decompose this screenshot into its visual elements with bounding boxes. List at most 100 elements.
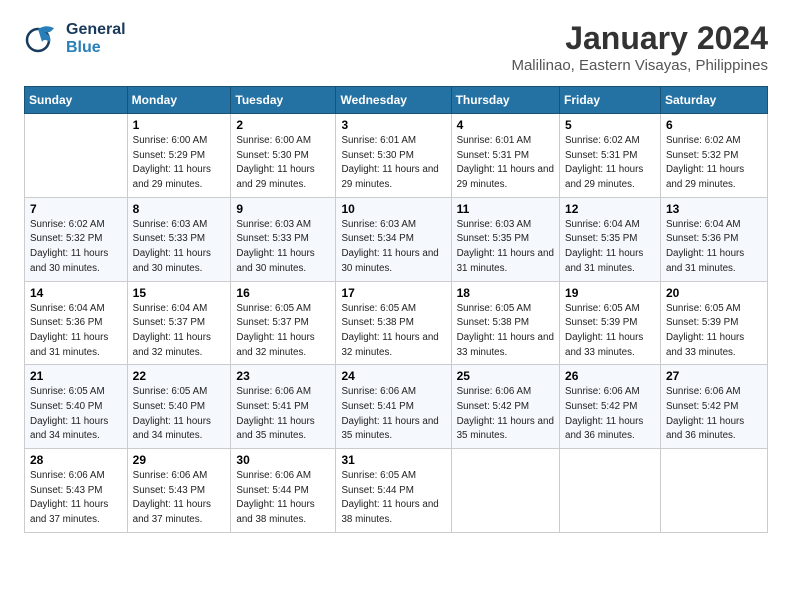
day-number: 10 — [341, 202, 445, 216]
day-number: 23 — [236, 369, 330, 383]
table-row: 13 Sunrise: 6:04 AMSunset: 5:36 PMDaylig… — [660, 197, 767, 281]
day-number: 27 — [666, 369, 762, 383]
day-number: 8 — [133, 202, 226, 216]
day-info: Sunrise: 6:06 AMSunset: 5:41 PMDaylight:… — [236, 385, 330, 444]
col-thursday: Thursday — [451, 87, 559, 114]
day-number: 22 — [133, 369, 226, 383]
table-row: 9 Sunrise: 6:03 AMSunset: 5:33 PMDayligh… — [231, 197, 336, 281]
day-info: Sunrise: 6:02 AMSunset: 5:32 PMDaylight:… — [30, 218, 122, 277]
day-number: 19 — [565, 286, 655, 300]
calendar-week-row: 7 Sunrise: 6:02 AMSunset: 5:32 PMDayligh… — [25, 197, 768, 281]
calendar-week-row: 14 Sunrise: 6:04 AMSunset: 5:36 PMDaylig… — [25, 281, 768, 365]
page-title: January 2024 — [511, 20, 768, 57]
day-info: Sunrise: 6:05 AMSunset: 5:38 PMDaylight:… — [341, 302, 445, 361]
calendar-table: Sunday Monday Tuesday Wednesday Thursday… — [24, 86, 768, 533]
day-number: 16 — [236, 286, 330, 300]
day-number: 20 — [666, 286, 762, 300]
day-info: Sunrise: 6:01 AMSunset: 5:30 PMDaylight:… — [341, 134, 445, 193]
day-info: Sunrise: 6:03 AMSunset: 5:35 PMDaylight:… — [457, 218, 554, 277]
table-row — [451, 449, 559, 533]
calendar-week-row: 21 Sunrise: 6:05 AMSunset: 5:40 PMDaylig… — [25, 365, 768, 449]
day-number: 6 — [666, 118, 762, 132]
day-info: Sunrise: 6:01 AMSunset: 5:31 PMDaylight:… — [457, 134, 554, 193]
day-number: 30 — [236, 453, 330, 467]
day-info: Sunrise: 6:05 AMSunset: 5:38 PMDaylight:… — [457, 302, 554, 361]
day-number: 21 — [30, 369, 122, 383]
logo-blue-text: Blue — [66, 39, 126, 57]
day-info: Sunrise: 6:03 AMSunset: 5:34 PMDaylight:… — [341, 218, 445, 277]
table-row: 15 Sunrise: 6:04 AMSunset: 5:37 PMDaylig… — [127, 281, 231, 365]
day-info: Sunrise: 6:05 AMSunset: 5:40 PMDaylight:… — [133, 385, 226, 444]
day-number: 12 — [565, 202, 655, 216]
day-info: Sunrise: 6:04 AMSunset: 5:35 PMDaylight:… — [565, 218, 655, 277]
col-tuesday: Tuesday — [231, 87, 336, 114]
day-info: Sunrise: 6:05 AMSunset: 5:44 PMDaylight:… — [341, 469, 445, 528]
table-row — [25, 114, 128, 198]
table-row: 23 Sunrise: 6:06 AMSunset: 5:41 PMDaylig… — [231, 365, 336, 449]
day-info: Sunrise: 6:06 AMSunset: 5:42 PMDaylight:… — [565, 385, 655, 444]
table-row: 31 Sunrise: 6:05 AMSunset: 5:44 PMDaylig… — [336, 449, 451, 533]
day-number: 13 — [666, 202, 762, 216]
table-row: 20 Sunrise: 6:05 AMSunset: 5:39 PMDaylig… — [660, 281, 767, 365]
logo-general-text: General — [66, 21, 126, 39]
table-row: 26 Sunrise: 6:06 AMSunset: 5:42 PMDaylig… — [560, 365, 661, 449]
day-info: Sunrise: 6:00 AMSunset: 5:29 PMDaylight:… — [133, 134, 226, 193]
table-row: 11 Sunrise: 6:03 AMSunset: 5:35 PMDaylig… — [451, 197, 559, 281]
day-number: 26 — [565, 369, 655, 383]
day-info: Sunrise: 6:06 AMSunset: 5:44 PMDaylight:… — [236, 469, 330, 528]
table-row: 14 Sunrise: 6:04 AMSunset: 5:36 PMDaylig… — [25, 281, 128, 365]
day-number: 24 — [341, 369, 445, 383]
day-number: 18 — [457, 286, 554, 300]
logo-text: General Blue — [66, 21, 126, 56]
calendar-week-row: 28 Sunrise: 6:06 AMSunset: 5:43 PMDaylig… — [25, 449, 768, 533]
col-friday: Friday — [560, 87, 661, 114]
table-row — [660, 449, 767, 533]
day-info: Sunrise: 6:05 AMSunset: 5:39 PMDaylight:… — [666, 302, 762, 361]
day-number: 15 — [133, 286, 226, 300]
table-row: 2 Sunrise: 6:00 AMSunset: 5:30 PMDayligh… — [231, 114, 336, 198]
table-row: 7 Sunrise: 6:02 AMSunset: 5:32 PMDayligh… — [25, 197, 128, 281]
day-info: Sunrise: 6:03 AMSunset: 5:33 PMDaylight:… — [236, 218, 330, 277]
day-info: Sunrise: 6:02 AMSunset: 5:31 PMDaylight:… — [565, 134, 655, 193]
day-info: Sunrise: 6:02 AMSunset: 5:32 PMDaylight:… — [666, 134, 762, 193]
table-row: 25 Sunrise: 6:06 AMSunset: 5:42 PMDaylig… — [451, 365, 559, 449]
day-info: Sunrise: 6:06 AMSunset: 5:42 PMDaylight:… — [666, 385, 762, 444]
day-number: 25 — [457, 369, 554, 383]
logo: General Blue — [24, 20, 126, 58]
day-info: Sunrise: 6:05 AMSunset: 5:37 PMDaylight:… — [236, 302, 330, 361]
table-row: 16 Sunrise: 6:05 AMSunset: 5:37 PMDaylig… — [231, 281, 336, 365]
table-row: 3 Sunrise: 6:01 AMSunset: 5:30 PMDayligh… — [336, 114, 451, 198]
table-row: 1 Sunrise: 6:00 AMSunset: 5:29 PMDayligh… — [127, 114, 231, 198]
page-subtitle: Malilinao, Eastern Visayas, Philippines — [511, 57, 768, 74]
page-header: General Blue January 2024 Malilinao, Eas… — [24, 20, 768, 74]
day-info: Sunrise: 6:06 AMSunset: 5:43 PMDaylight:… — [133, 469, 226, 528]
table-row: 5 Sunrise: 6:02 AMSunset: 5:31 PMDayligh… — [560, 114, 661, 198]
day-info: Sunrise: 6:05 AMSunset: 5:40 PMDaylight:… — [30, 385, 122, 444]
day-number: 1 — [133, 118, 226, 132]
day-number: 7 — [30, 202, 122, 216]
day-info: Sunrise: 6:04 AMSunset: 5:37 PMDaylight:… — [133, 302, 226, 361]
day-number: 31 — [341, 453, 445, 467]
table-row: 17 Sunrise: 6:05 AMSunset: 5:38 PMDaylig… — [336, 281, 451, 365]
day-info: Sunrise: 6:06 AMSunset: 5:42 PMDaylight:… — [457, 385, 554, 444]
table-row: 8 Sunrise: 6:03 AMSunset: 5:33 PMDayligh… — [127, 197, 231, 281]
day-info: Sunrise: 6:06 AMSunset: 5:41 PMDaylight:… — [341, 385, 445, 444]
col-saturday: Saturday — [660, 87, 767, 114]
day-number: 2 — [236, 118, 330, 132]
table-row: 29 Sunrise: 6:06 AMSunset: 5:43 PMDaylig… — [127, 449, 231, 533]
col-sunday: Sunday — [25, 87, 128, 114]
col-wednesday: Wednesday — [336, 87, 451, 114]
table-row: 24 Sunrise: 6:06 AMSunset: 5:41 PMDaylig… — [336, 365, 451, 449]
day-number: 3 — [341, 118, 445, 132]
day-number: 9 — [236, 202, 330, 216]
day-info: Sunrise: 6:04 AMSunset: 5:36 PMDaylight:… — [30, 302, 122, 361]
title-block: January 2024 Malilinao, Eastern Visayas,… — [511, 20, 768, 74]
day-number: 4 — [457, 118, 554, 132]
table-row: 28 Sunrise: 6:06 AMSunset: 5:43 PMDaylig… — [25, 449, 128, 533]
day-info: Sunrise: 6:05 AMSunset: 5:39 PMDaylight:… — [565, 302, 655, 361]
day-number: 17 — [341, 286, 445, 300]
table-row: 27 Sunrise: 6:06 AMSunset: 5:42 PMDaylig… — [660, 365, 767, 449]
logo-icon — [24, 20, 62, 58]
day-number: 11 — [457, 202, 554, 216]
table-row: 21 Sunrise: 6:05 AMSunset: 5:40 PMDaylig… — [25, 365, 128, 449]
